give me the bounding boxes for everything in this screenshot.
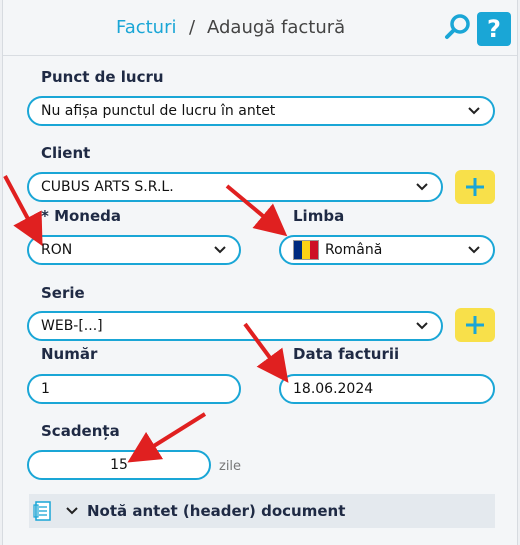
chevron-down-icon xyxy=(415,180,429,194)
scadenta-value: 15 xyxy=(110,457,128,473)
limba-select[interactable]: Română xyxy=(279,235,495,265)
chevron-down-icon xyxy=(213,243,227,257)
moneda-label: * Moneda xyxy=(41,207,122,225)
help-button[interactable]: ? xyxy=(477,12,511,46)
moneda-value: RON xyxy=(41,242,73,258)
search-button[interactable] xyxy=(443,12,473,42)
serie-value: WEB-[...] xyxy=(41,318,103,334)
chevron-down-icon xyxy=(415,319,429,333)
numar-label: Număr xyxy=(41,345,98,363)
document-icon xyxy=(33,501,51,521)
add-serie-button[interactable] xyxy=(455,308,495,342)
breadcrumb-facturi-link[interactable]: Facturi xyxy=(116,17,177,38)
search-icon xyxy=(445,14,470,39)
data-facturii-value: 18.06.2024 xyxy=(293,381,374,397)
client-value: CUBUS ARTS S.R.L. xyxy=(41,179,174,195)
invoice-form-panel: Facturi / Adaugă factură ? Punct de lucr… xyxy=(2,0,518,545)
punct-de-lucru-select[interactable]: Nu afișa punctul de lucru în antet xyxy=(27,96,495,126)
chevron-down-icon xyxy=(467,104,481,118)
chevron-down-icon xyxy=(467,243,481,257)
serie-select[interactable]: WEB-[...] xyxy=(27,311,443,341)
data-facturii-label: Data facturii xyxy=(293,345,400,363)
plus-icon xyxy=(466,178,484,196)
numar-input[interactable]: 1 xyxy=(27,374,241,404)
scadenta-label: Scadența xyxy=(41,422,120,440)
plus-icon xyxy=(466,316,484,334)
scadenta-input[interactable]: 15 xyxy=(27,450,211,480)
breadcrumb-current: Adaugă factură xyxy=(207,17,346,38)
header-note-section-title: Notă antet (header) document xyxy=(87,502,346,520)
limba-label: Limba xyxy=(293,207,345,225)
punct-de-lucru-value: Nu afișa punctul de lucru în antet xyxy=(41,103,276,119)
help-icon: ? xyxy=(487,15,501,43)
page-header: Facturi / Adaugă factură ? xyxy=(3,0,517,56)
serie-label: Serie xyxy=(41,284,85,302)
breadcrumb-separator: / xyxy=(189,17,196,38)
client-label: Client xyxy=(41,144,91,162)
limba-value: Română xyxy=(325,242,383,258)
punct-de-lucru-label: Punct de lucru xyxy=(41,68,164,86)
data-facturii-input[interactable]: 18.06.2024 xyxy=(279,374,495,404)
chevron-down-icon xyxy=(66,507,78,515)
numar-value: 1 xyxy=(41,381,50,397)
scadenta-unit-label: zile xyxy=(219,459,242,474)
romania-flag-icon xyxy=(293,240,319,260)
header-note-section-toggle[interactable]: Notă antet (header) document xyxy=(29,494,495,528)
add-client-button[interactable] xyxy=(455,170,495,204)
moneda-select[interactable]: RON xyxy=(27,235,241,265)
client-select[interactable]: CUBUS ARTS S.R.L. xyxy=(27,172,443,202)
